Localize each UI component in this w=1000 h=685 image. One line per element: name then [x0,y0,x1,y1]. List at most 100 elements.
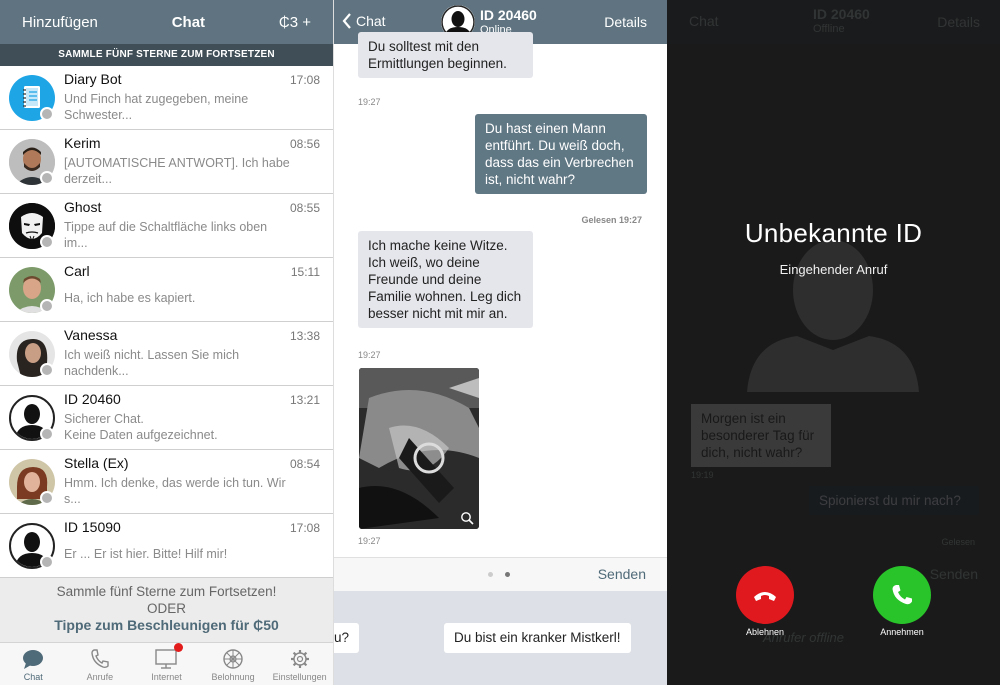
chat-list-screen: Hinzufügen Chat ₵3 + SAMMLE FÜNF STERNE … [0,0,333,685]
status-dot [40,555,54,569]
status-dot [40,171,54,185]
chat-item-name: Carl [64,263,90,279]
decline-label: Ablehnen [745,627,785,637]
chat-item-preview: Sicherer Chat. Keine Daten aufgezeichnet… [64,412,218,442]
chat-item-time: 08:56 [289,137,320,151]
status-dot [40,363,54,377]
chat-item-id-20460[interactable]: ID 20460 13:21 Sicherer Chat. Keine Date… [0,386,333,450]
chat-item-time: 17:08 [289,521,320,535]
coins-button[interactable]: ₵3 + [279,14,311,31]
chat-item-name: Diary Bot [64,71,122,87]
reply-option[interactable]: u? [334,623,360,653]
chat-item-preview: Ich weiß nicht. Lassen Sie mich nachdenk… [64,348,240,378]
tab-settings[interactable]: Einstellungen [266,643,333,685]
chat-item-preview: Und Finch hat zugegeben, meine Schwester… [64,92,249,122]
chat-item-name: ID 20460 [64,391,121,407]
message-time: 19:27 [358,97,381,107]
photo-message[interactable] [359,368,479,529]
chevron-left-icon [342,13,351,29]
status-dot [40,235,54,249]
speed-up-promo[interactable]: Sammle fünf Sterne zum Fortsetzen! ODER … [0,578,333,642]
phone-icon [91,649,109,669]
ghost-msg-in-time: 19:19 [691,470,714,480]
ghost-msg-in: Morgen ist ein besonderer Tag für dich, … [691,404,831,467]
status-dot [40,107,54,121]
incoming-call-screen: Chat ID 20460 Offline Details Morgen ist… [667,0,1000,685]
chat-item-preview: Hmm. Ich denke, das werde ich tun. Wir s… [64,476,286,506]
accept-call-button[interactable] [873,566,931,624]
send-bar: Senden [334,557,667,591]
status-dot [40,491,54,505]
page-title: Chat [171,13,206,31]
tab-internet[interactable]: Internet [133,643,200,685]
chat-item-kerim[interactable]: Kerim 08:56 [AUTOMATISCHE ANTWORT]. Ich … [0,130,333,194]
tab-label: Belohnung [211,672,255,682]
zoom-icon[interactable] [460,511,474,525]
chat-item-carl[interactable]: Carl 15:11 Ha, ich habe es kapiert. [0,258,333,322]
tab-label: Chat [23,672,43,682]
tab-chat[interactable]: Chat [0,643,67,685]
status-dot [40,427,54,441]
chat-item-name: Kerim [64,135,101,151]
tab-calls[interactable]: Anrufe [67,643,134,685]
chat-item-id-15090[interactable]: ID 15090 17:08 Er ... Er ist hier. Bitte… [0,514,333,578]
phone-icon [892,585,912,605]
chat-item-ghost[interactable]: Ghost 08:55 Tippe auf die Schaltfläche l… [0,194,333,258]
chat-item-name: ID 15090 [64,519,121,535]
chat-item-time: 08:55 [289,201,320,215]
stars-banner: SAMMLE FÜNF STERNE ZUM FORTSETZEN [0,44,333,66]
message-time: 19:27 [358,350,381,360]
promo-or: ODER [146,601,186,616]
add-button[interactable]: Hinzufügen [22,14,98,31]
chat-item-name: Stella (Ex) [64,455,129,471]
page-dot-active [505,572,510,577]
conversation-screen: Chat ID 20460 Online Details Du solltest… [333,0,667,685]
promo-tip: Tippe zum Beschleunigen für ₵50 [54,617,279,633]
ghost-send: Senden [929,566,978,582]
tab-rewards[interactable]: Belohnung [200,643,267,685]
back-button[interactable]: Chat [342,13,386,29]
back-label: Chat [356,13,386,29]
decline-call-button[interactable] [736,566,794,624]
contact-name: ID 20460 [480,7,537,23]
chat-item-preview: [AUTOMATISCHE ANTWORT]. Ich habe derzeit… [64,156,290,186]
send-button[interactable]: Senden [598,566,646,582]
details-button[interactable]: Details [604,14,647,30]
screenshot-collage: Hinzufügen Chat ₵3 + SAMMLE FÜNF STERNE … [0,0,1000,685]
chat-list-header: Hinzufügen Chat ₵3 + [0,0,333,44]
status-dot [40,299,54,313]
ghost-details: Details [937,14,980,30]
message-text: Du solltest mit den Ermittlungen beginne… [368,39,507,71]
chat-bubble-icon [23,650,44,669]
chat-item-preview: Er ... Er ist hier. Bitte! Hilf mir! [64,547,228,561]
hang-up-icon [754,592,776,601]
call-status: Eingehender Anruf [779,262,888,277]
message-outgoing: Du hast einen Mann entführt. Du weiß doc… [475,114,647,194]
message-read-time: Gelesen 19:27 [581,215,642,225]
page-dots [488,572,510,577]
accept-label: Annehmen [880,627,924,637]
promo-line: Sammle fünf Sterne zum Fortsetzen! [56,584,277,599]
message-text: Ich mache keine Witze. Ich weiß, wo dein… [368,238,522,321]
chat-item-time: 13:21 [289,393,320,407]
notification-dot [174,643,184,652]
chat-item-diary-bot[interactable]: Diary Bot 17:08 Und Finch hat zugegeben,… [0,66,333,130]
ghost-back: Chat [689,13,719,29]
chat-item-time: 13:38 [289,329,320,343]
ghost-name: ID 20460 [813,6,870,22]
message-time: 19:27 [358,536,381,546]
chat-item-name: Ghost [64,199,102,215]
chat-item-name: Vanessa [64,327,118,343]
chat-item-preview: Tippe auf die Schaltfläche links oben im… [64,220,268,250]
chat-item-preview: Ha, ich habe es kapiert. [64,291,196,305]
chat-item-time: 08:54 [289,457,320,471]
wheel-icon [223,649,243,669]
monitor-icon [155,649,178,669]
chat-item-stella[interactable]: Stella (Ex) 08:54 Hmm. Ich denke, das we… [0,450,333,514]
caller-name: Unbekannte ID [744,218,923,248]
tab-label: Einstellungen [272,672,327,682]
chat-item-vanessa[interactable]: Vanessa 13:38 Ich weiß nicht. Lassen Sie… [0,322,333,386]
reply-option[interactable]: Du bist ein kranker Mistkerl! [444,623,631,653]
chat-item-time: 15:11 [290,265,320,279]
reply-options: u? Du bist ein kranker Mistkerl! [334,591,667,685]
